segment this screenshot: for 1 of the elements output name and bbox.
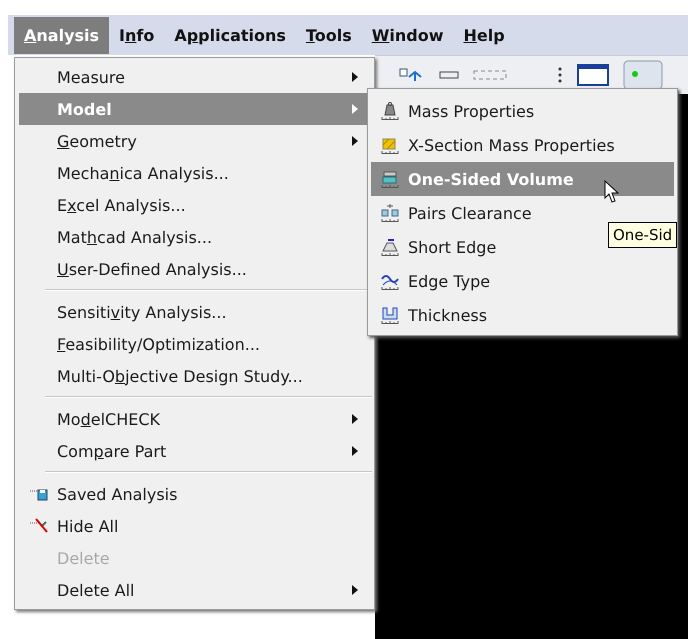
tooltip: One-Sid — [608, 222, 678, 248]
